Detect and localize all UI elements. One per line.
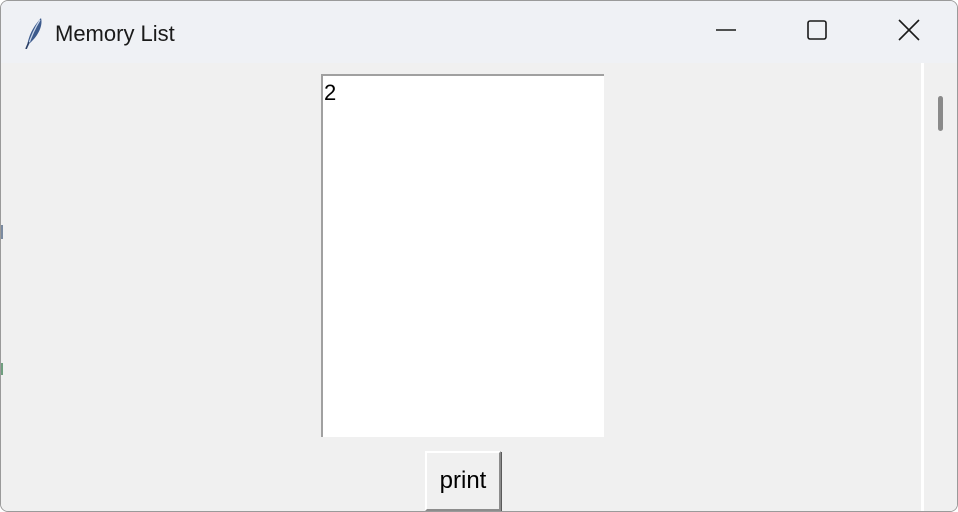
client-area: 2 print xyxy=(1,63,957,511)
vertical-scrollbar[interactable] xyxy=(924,63,957,511)
minimize-icon xyxy=(715,19,737,46)
edge-marker xyxy=(1,225,3,239)
scrollbar-thumb[interactable] xyxy=(938,96,943,131)
minimize-button[interactable] xyxy=(680,1,772,63)
maximize-button[interactable] xyxy=(771,1,863,63)
close-icon xyxy=(897,18,921,47)
close-button[interactable] xyxy=(863,1,955,63)
maximize-icon xyxy=(806,19,828,46)
list-item[interactable]: 2 xyxy=(323,76,604,107)
title-bar[interactable]: Memory List xyxy=(1,1,957,63)
print-button[interactable]: print xyxy=(425,451,501,511)
window-title: Memory List xyxy=(55,21,175,46)
memory-listbox[interactable]: 2 xyxy=(321,74,604,437)
edge-marker xyxy=(1,363,3,375)
feather-icon xyxy=(23,15,45,50)
app-window: Memory List 2 print xyxy=(0,0,958,512)
